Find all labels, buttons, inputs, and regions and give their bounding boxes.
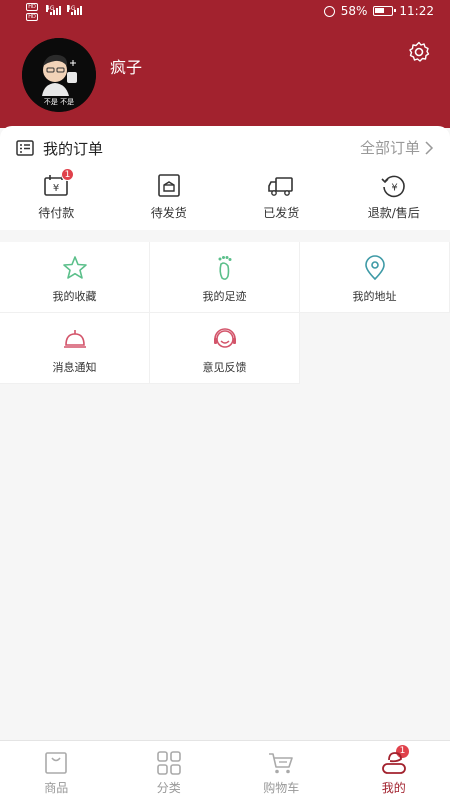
footprint-icon [218,256,231,280]
package-icon [157,174,180,197]
service-label: 消息通知 [52,361,97,374]
pending-payment-badge: 1 [61,168,74,181]
footprint-entry[interactable]: 我的足迹 [150,242,300,313]
alarm-icon [323,5,335,17]
order-item-label: 已发货 [263,206,300,220]
signal-icon: 4G 4G [46,5,82,15]
nav-mine[interactable]: 我的 [338,741,450,800]
profile-header: 不是 不是 疯子 [0,24,450,128]
order-list-icon [16,140,34,156]
order-refund[interactable]: ¥ 退款/售后 [338,170,450,221]
nav-label: 分类 [156,781,181,795]
avatar-caption: 不是 不是 [44,98,74,106]
hd-badge: HD [26,3,38,11]
settings-button[interactable] [407,40,431,64]
bottom-nav: 商品 分类 购物车 1 我的 [0,740,450,800]
favorites-entry[interactable]: 我的收藏 [0,242,150,313]
bag-icon [45,752,68,774]
clock: 11:22 [399,4,434,18]
network-tag: 4G [46,5,55,12]
hd-indicator: HD HD [26,3,38,23]
location-icon [364,255,385,281]
svg-text:¥: ¥ [53,183,59,194]
order-shipped[interactable]: 已发货 [225,170,338,221]
service-label: 我的收藏 [52,290,97,303]
order-item-label: 待付款 [38,206,75,220]
nav-label: 我的 [381,781,406,795]
battery-percent: 58% [340,4,368,18]
nav-products[interactable]: 商品 [0,741,113,800]
headset-icon [213,328,236,348]
star-icon [62,256,87,279]
username: 疯子 [110,58,143,77]
nav-label: 购物车 [263,781,300,795]
service-label: 我的地址 [352,290,397,303]
nav-cart[interactable]: 购物车 1 [225,741,409,800]
service-label: 意见反馈 [202,361,247,374]
notifications-entry[interactable]: 消息通知 [0,313,150,384]
refund-icon: ¥ [381,175,405,198]
truck-icon [268,177,294,196]
address-entry[interactable]: 我的地址 [300,242,450,313]
order-pending-payment[interactable]: ¥ 1 待付款 [0,168,113,221]
hd-badge: HD [26,13,38,21]
order-pending-shipment[interactable]: 待发货 [113,170,226,221]
battery-icon [373,6,397,16]
gear-icon [409,41,430,62]
service-label: 我的足迹 [202,290,247,303]
order-item-label: 待发货 [150,206,187,220]
all-orders-label: 全部订单 [359,139,420,157]
orders-card: 我的订单 全部订单 ¥ 1 待付款 待发货 已发货 ¥ 退款/售后 [0,126,450,230]
svg-text:¥: ¥ [391,183,397,194]
orders-title: 我的订单 [43,140,104,158]
all-orders-link[interactable]: 全部订单 [360,137,434,158]
profile-icon [381,752,406,774]
grid-icon [156,751,181,775]
nav-label: 商品 [44,781,69,795]
order-item-label: 退款/售后 [367,206,420,220]
nav-categories[interactable]: 分类 [113,741,226,800]
bell-icon [63,330,86,348]
status-bar: HD HD 4G 4G 58% 11:22 [0,0,450,24]
network-tag: 4G [67,5,76,12]
feedback-entry[interactable]: 意见反馈 [150,313,300,384]
services-grid: 我的收藏 我的足迹 我的地址 消息通知 意见反馈 [0,242,450,384]
cart-icon [269,753,294,774]
avatar[interactable]: 不是 不是 [22,38,96,112]
chevron-right-icon [425,140,434,155]
